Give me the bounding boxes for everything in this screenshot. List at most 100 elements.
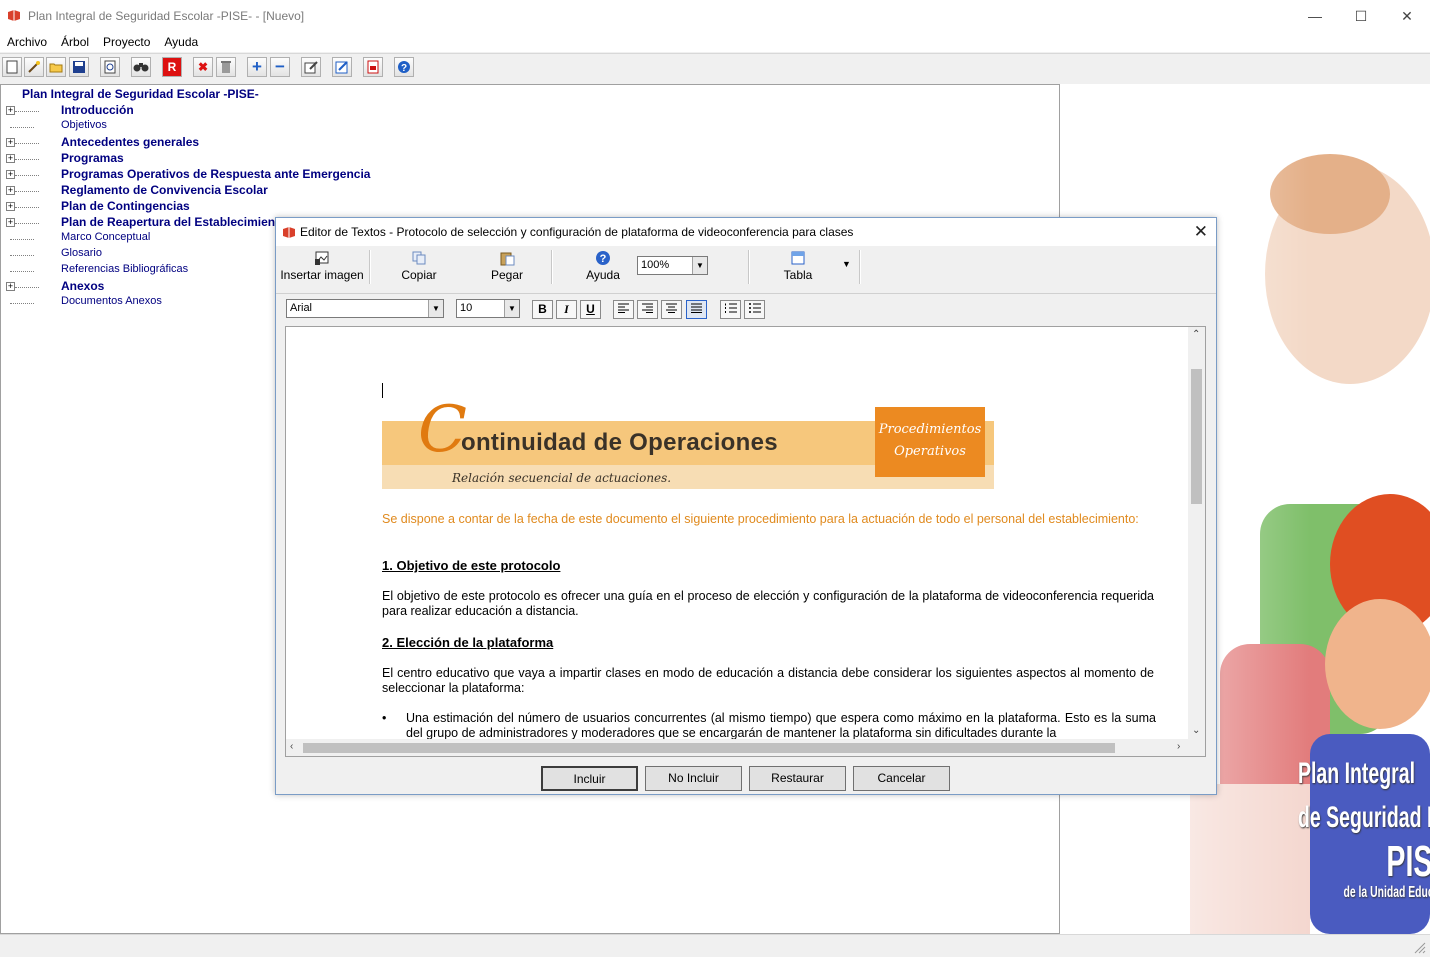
zoom-select[interactable]: 100% ▼	[637, 256, 708, 275]
expand-plus-icon[interactable]: +	[6, 186, 15, 195]
tree-connector	[10, 127, 34, 128]
banner-badge: Procedimientos Operativos	[875, 407, 985, 477]
bullet-list-button[interactable]	[744, 300, 765, 319]
vertical-scroll-thumb[interactable]	[1191, 369, 1202, 504]
tree-item-label: Objetivos	[61, 119, 107, 131]
new-icon[interactable]	[2, 57, 22, 77]
table-icon	[791, 251, 805, 265]
delete-icon[interactable]: ✖	[193, 57, 213, 77]
paste-button[interactable]: Pegar	[474, 250, 540, 288]
align-left-button[interactable]	[613, 300, 634, 319]
editor-toolbar: Insertar imagen Copiar Pegar ? Ayuda 100…	[276, 246, 1216, 292]
tree-item[interactable]: + Programas Operativos de Respuesta ante …	[1, 167, 401, 183]
tree-item[interactable]: Objetivos	[1, 119, 401, 135]
underline-button[interactable]: U	[580, 300, 601, 319]
text-edit-icon[interactable]	[332, 57, 352, 77]
chevron-down-icon[interactable]: ▼	[428, 300, 443, 317]
tree-item[interactable]: + Introducción	[1, 103, 401, 119]
resize-grip-icon[interactable]	[1414, 942, 1426, 954]
banner-badge-line2: Operativos	[894, 444, 966, 459]
scroll-right-icon[interactable]: ›	[1177, 741, 1180, 752]
expand-plus-icon[interactable]: +	[6, 138, 15, 147]
tree-item[interactable]: + Antecedentes generales	[1, 135, 401, 151]
table-dropdown-icon[interactable]: ▼	[842, 259, 851, 269]
tree-item[interactable]: + Plan de Contingencias	[1, 199, 401, 215]
italic-button[interactable]: I	[556, 300, 577, 319]
chevron-down-icon[interactable]: ▼	[692, 257, 707, 274]
help-label: Ayuda	[586, 268, 620, 282]
tree-item-label: Glosario	[61, 247, 102, 259]
bold-button[interactable]: B	[532, 300, 553, 319]
copy-button[interactable]: Copiar	[386, 250, 452, 288]
bullet-list-icon	[748, 303, 761, 313]
menu-ayuda[interactable]: Ayuda	[157, 33, 205, 52]
close-button[interactable]: ✕	[1384, 0, 1430, 32]
tree-connector	[15, 191, 39, 192]
remove-icon[interactable]: −	[270, 57, 290, 77]
minimize-button[interactable]: —	[1292, 0, 1338, 32]
vertical-scrollbar[interactable]: ⌃ ⌄	[1188, 327, 1205, 740]
insert-image-button[interactable]: Insertar imagen	[279, 250, 365, 288]
text-editor-area[interactable]: C ontinuidad de Operaciones Relación sec…	[285, 326, 1206, 757]
add-icon[interactable]: +	[247, 57, 267, 77]
scroll-down-icon[interactable]: ⌄	[1192, 725, 1200, 736]
tree-item-label: Documentos Anexos	[61, 295, 162, 307]
tree-item[interactable]: + Programas	[1, 151, 401, 167]
expand-plus-icon[interactable]: +	[6, 282, 15, 291]
font-select[interactable]: Arial ▼	[286, 299, 444, 318]
trash-icon[interactable]	[216, 57, 236, 77]
scroll-left-icon[interactable]: ‹	[290, 741, 293, 752]
menu-archivo[interactable]: Archivo	[0, 33, 54, 52]
pise-logo-text: Plan Integral de Seguridad Escolar PISE …	[1298, 757, 1430, 901]
menu-arbol[interactable]: Árbol	[54, 33, 96, 52]
find-icon[interactable]	[131, 57, 151, 77]
toolbar-separator	[748, 250, 750, 284]
banner-title: ontinuidad de Operaciones	[461, 429, 778, 456]
expand-plus-icon[interactable]: +	[6, 154, 15, 163]
dialog-close-button[interactable]: ✕	[1194, 222, 1208, 242]
expand-plus-icon[interactable]: +	[6, 106, 15, 115]
toolbar-separator	[369, 250, 371, 284]
expand-plus-icon[interactable]: +	[6, 218, 15, 227]
title-bar: Plan Integral de Seguridad Escolar -PISE…	[0, 0, 1430, 33]
paragraph-1: El objetivo de este protocolo es ofrecer…	[382, 589, 1154, 618]
help-icon[interactable]: ?	[394, 57, 414, 77]
tree-connector	[10, 239, 34, 240]
wizard-icon[interactable]	[24, 57, 44, 77]
align-center-button[interactable]	[661, 300, 682, 319]
copy-icon	[412, 251, 426, 265]
not-include-button[interactable]: No Incluir	[645, 766, 742, 791]
preview-icon[interactable]	[100, 57, 120, 77]
font-size-select[interactable]: 10 ▼	[456, 299, 520, 318]
menu-proyecto[interactable]: Proyecto	[96, 33, 157, 52]
cancel-button[interactable]: Cancelar	[853, 766, 950, 791]
expand-plus-icon[interactable]: +	[6, 202, 15, 211]
horizontal-scrollbar[interactable]: ‹ ›	[286, 739, 1205, 756]
app-book-icon	[8, 10, 20, 21]
numbered-list-button[interactable]	[720, 300, 741, 319]
align-right-button[interactable]	[637, 300, 658, 319]
justify-button[interactable]	[686, 300, 707, 319]
tree-item[interactable]: + Reglamento de Convivencia Escolar	[1, 183, 401, 199]
open-icon[interactable]	[46, 57, 66, 77]
horizontal-scroll-thumb[interactable]	[303, 743, 1115, 753]
restore-button[interactable]: Restaurar	[749, 766, 846, 791]
format-toolbar: Arial ▼ 10 ▼ B I U	[276, 293, 1216, 322]
chevron-down-icon[interactable]: ▼	[504, 300, 519, 317]
maximize-button[interactable]: ☐	[1338, 0, 1384, 32]
tree-root[interactable]: Plan Integral de Seguridad Escolar -PISE…	[22, 87, 259, 101]
include-button[interactable]: Incluir	[541, 766, 638, 791]
save-icon[interactable]	[69, 57, 89, 77]
table-button[interactable]: Tabla	[768, 250, 828, 288]
font-value: Arial	[290, 302, 313, 314]
tree-connector	[15, 143, 39, 144]
scroll-up-icon[interactable]: ⌃	[1192, 329, 1200, 340]
banner-badge-line1: Procedimientos	[878, 422, 982, 437]
svg-text:?: ?	[600, 253, 607, 265]
r-icon[interactable]: R	[162, 57, 182, 77]
tree-connector	[15, 223, 39, 224]
expand-plus-icon[interactable]: +	[6, 170, 15, 179]
pdf-icon[interactable]	[363, 57, 383, 77]
edit-icon[interactable]	[301, 57, 321, 77]
help-button[interactable]: ? Ayuda	[573, 250, 633, 288]
